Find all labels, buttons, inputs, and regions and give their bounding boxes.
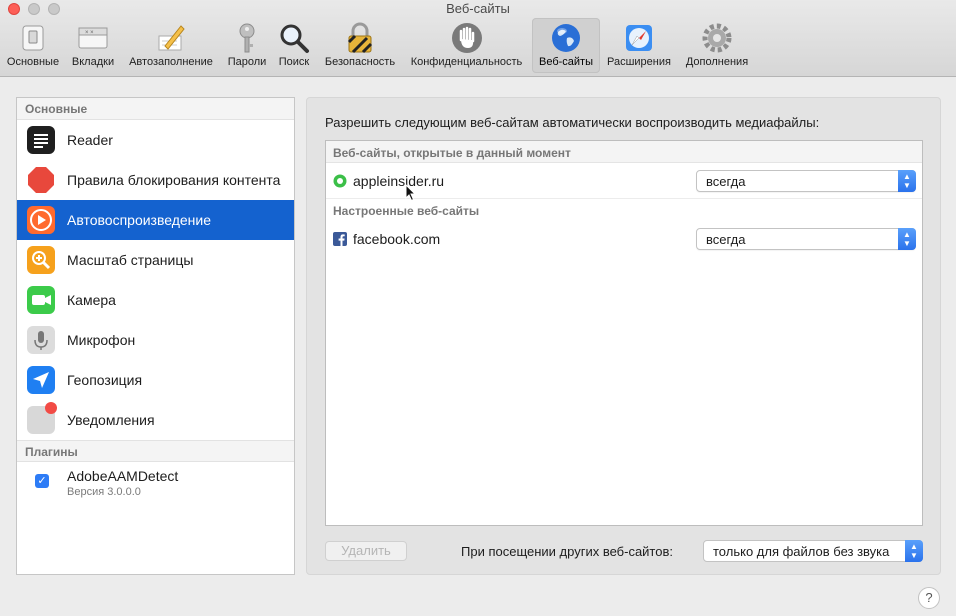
delete-button[interactable]: Удалить bbox=[325, 541, 407, 561]
other-sites-label: При посещении других веб-сайтов: bbox=[461, 544, 673, 559]
sidebar-section-general: Основные bbox=[17, 98, 294, 120]
table-row[interactable]: facebook.com всегда ▲ ▼ bbox=[326, 221, 922, 257]
sidebar-item-location[interactable]: Геопозиция bbox=[17, 360, 294, 400]
svg-text:× ×: × × bbox=[85, 30, 94, 36]
plugin-enabled-checkbox[interactable]: ✓ bbox=[35, 474, 49, 488]
preferences-toolbar: Основные × × Вкладки Автозаполнение Паро… bbox=[0, 18, 956, 74]
sidebar-item-label: Микрофон bbox=[67, 332, 136, 348]
toolbar-extensions-label: Расширения bbox=[607, 56, 671, 68]
window-title: Веб-сайты bbox=[446, 1, 510, 16]
lock-icon bbox=[344, 22, 376, 54]
group-header-open-sites: Веб-сайты, открытые в данный момент bbox=[326, 141, 922, 163]
sidebar-item-autoplay[interactable]: Автовоспроизведение bbox=[17, 200, 294, 240]
toolbar-extensions[interactable]: Расширения bbox=[603, 18, 675, 73]
toolbar-autofill[interactable]: Автозаполнение bbox=[122, 18, 220, 73]
toolbar-advanced[interactable]: Дополнения bbox=[680, 18, 754, 73]
sidebar-item-label: Камера bbox=[67, 292, 116, 308]
sidebar-item-content-blockers[interactable]: Правила блокирования контента bbox=[17, 160, 294, 200]
settings-sidebar: Основные Reader Правила блокирования кон… bbox=[16, 97, 295, 575]
toolbar-general[interactable]: Основные bbox=[3, 18, 63, 73]
sidebar-item-label: Правила блокирования контента bbox=[67, 172, 281, 188]
toolbar-tabs-label: Вкладки bbox=[71, 56, 115, 68]
camera-icon bbox=[27, 286, 55, 314]
plugin-version: Версия 3.0.0.0 bbox=[67, 486, 141, 498]
panel-description: Разрешить следующим веб-сайтам автоматич… bbox=[325, 115, 820, 130]
sidebar-section-plugins: Плагины bbox=[17, 440, 294, 462]
facebook-icon bbox=[333, 232, 347, 246]
toolbar-general-label: Основные bbox=[6, 56, 60, 68]
autofill-pencil-icon bbox=[155, 22, 187, 54]
select-value: только для файлов без звука bbox=[713, 544, 890, 559]
general-switch-icon bbox=[17, 22, 49, 54]
mouse-pointer-icon bbox=[405, 183, 417, 207]
sidebar-item-label: Масштаб страницы bbox=[67, 252, 194, 268]
sidebar-item-microphone[interactable]: Микрофон bbox=[17, 320, 294, 360]
site-autoplay-select[interactable]: всегда ▲ ▼ bbox=[696, 228, 916, 250]
tabs-icon: × × bbox=[77, 22, 109, 54]
stop-sign-icon bbox=[27, 166, 55, 194]
chevron-updown-icon: ▲ ▼ bbox=[898, 170, 916, 192]
reader-icon bbox=[27, 126, 55, 154]
autoplay-settings-panel: Разрешить следующим веб-сайтам автоматич… bbox=[306, 97, 941, 575]
sidebar-item-label: Reader bbox=[67, 132, 113, 148]
globe-icon bbox=[550, 22, 582, 54]
sidebar-item-label: Геопозиция bbox=[67, 372, 143, 388]
toolbar-passwords[interactable]: Пароли bbox=[222, 18, 272, 73]
sidebar-item-camera[interactable]: Камера bbox=[17, 280, 294, 320]
sidebar-item-label: Уведомления bbox=[67, 412, 155, 428]
select-value: всегда bbox=[706, 232, 746, 247]
gear-icon bbox=[701, 22, 733, 54]
chevron-updown-icon: ▲ ▼ bbox=[905, 540, 923, 562]
toolbar-passwords-label: Пароли bbox=[227, 56, 267, 68]
notifications-icon bbox=[27, 402, 57, 434]
toolbar-websites[interactable]: Веб-сайты bbox=[532, 18, 600, 73]
toolbar-tabs[interactable]: × × Вкладки bbox=[66, 18, 120, 73]
site-domain: facebook.com bbox=[353, 231, 441, 247]
toolbar-search-label: Поиск bbox=[278, 56, 310, 68]
chevron-updown-icon: ▲ ▼ bbox=[898, 228, 916, 250]
play-icon bbox=[27, 206, 55, 234]
sidebar-item-label: Автовоспроизведение bbox=[67, 212, 212, 228]
other-sites-select[interactable]: только для файлов без звука ▲ ▼ bbox=[703, 540, 923, 562]
hand-icon bbox=[451, 22, 483, 54]
toolbar-security-label: Безопасность bbox=[324, 56, 396, 68]
extensions-compass-icon bbox=[623, 22, 655, 54]
toolbar-websites-label: Веб-сайты bbox=[538, 56, 593, 68]
window-titlebar: Веб-сайты Основные × × Вкладки Автозапол… bbox=[0, 0, 956, 77]
microphone-icon bbox=[27, 326, 55, 354]
sidebar-item-reader[interactable]: Reader bbox=[17, 120, 294, 160]
key-icon bbox=[231, 22, 263, 54]
toolbar-privacy-label: Конфиденциальность bbox=[410, 56, 523, 68]
toolbar-advanced-label: Дополнения bbox=[685, 56, 749, 68]
toolbar-autofill-label: Автозаполнение bbox=[129, 56, 213, 68]
sidebar-item-notifications[interactable]: Уведомления bbox=[17, 400, 294, 440]
select-value: всегда bbox=[706, 174, 746, 189]
toolbar-search[interactable]: Поиск bbox=[274, 18, 314, 73]
toolbar-security[interactable]: Безопасность bbox=[318, 18, 402, 73]
toolbar-privacy[interactable]: Конфиденциальность bbox=[404, 18, 529, 73]
site-domain: appleinsider.ru bbox=[353, 172, 445, 189]
location-arrow-icon bbox=[27, 366, 55, 394]
zoom-icon bbox=[27, 246, 55, 274]
help-button[interactable]: ? bbox=[918, 587, 940, 609]
magnifier-icon bbox=[278, 22, 310, 54]
sidebar-item-page-zoom[interactable]: Масштаб страницы bbox=[17, 240, 294, 280]
current-site-indicator-icon bbox=[333, 174, 347, 188]
site-autoplay-select[interactable]: всегда ▲ ▼ bbox=[696, 170, 916, 192]
sidebar-item-plugin[interactable]: ✓ AdobeAAMDetect Версия 3.0.0.0 bbox=[17, 462, 294, 506]
plugin-name: AdobeAAMDetect bbox=[67, 468, 179, 484]
